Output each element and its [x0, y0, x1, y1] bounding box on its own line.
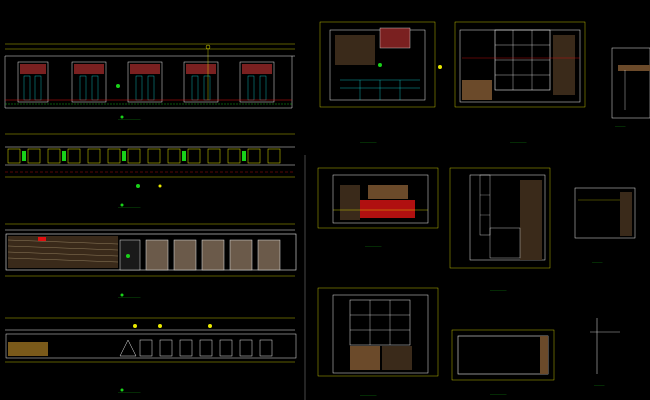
svg-text:___________: ___________	[509, 139, 527, 143]
svg-text:_______: _______	[591, 259, 603, 263]
svg-text:___________: ___________	[359, 392, 377, 396]
cad-drawing-canvas[interactable]: _______________ _______________ ________…	[0, 0, 650, 400]
model-space-background	[0, 0, 650, 400]
svg-text:_______: _______	[593, 382, 605, 386]
svg-text:_______: _______	[614, 123, 626, 127]
svg-text:___________: ___________	[359, 139, 377, 143]
svg-text:___________: ___________	[489, 391, 507, 395]
svg-text:___________: ___________	[489, 287, 507, 291]
svg-text:___________: ___________	[364, 243, 382, 247]
